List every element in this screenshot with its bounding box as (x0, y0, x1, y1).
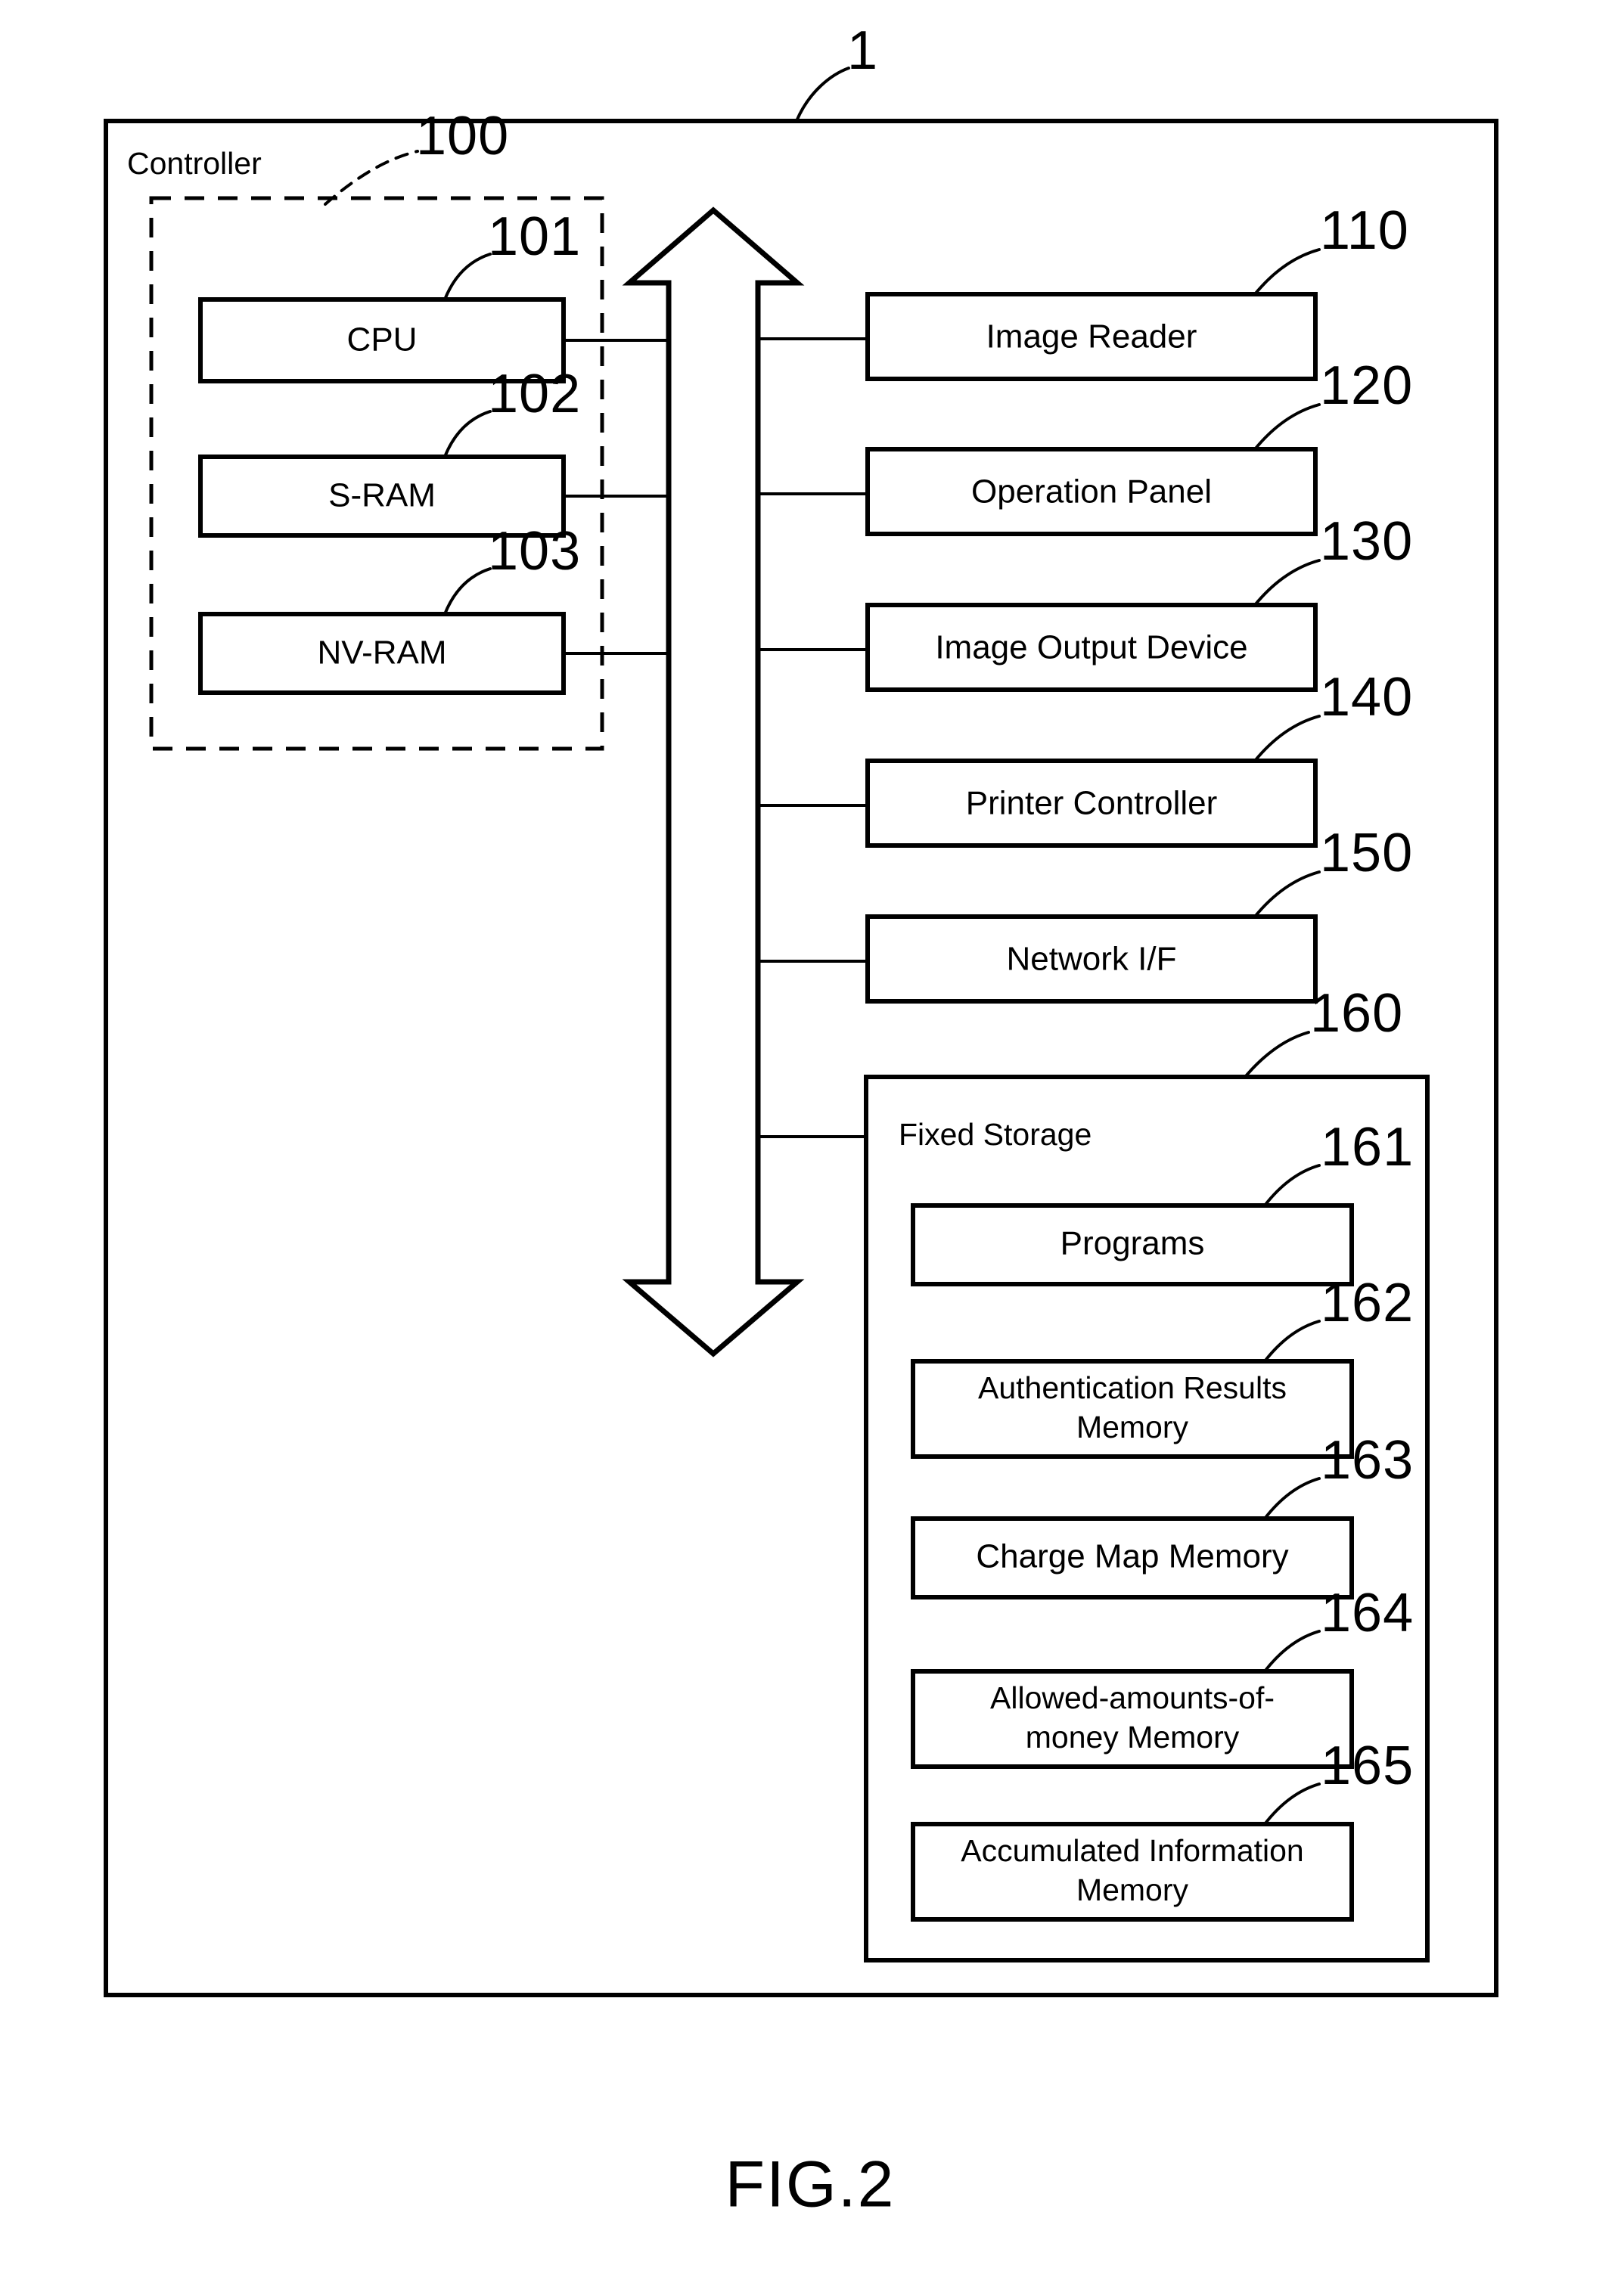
leader-line-device (795, 67, 850, 123)
block-nvram: NV-RAM (198, 612, 566, 695)
ref-number-controller: 100 (416, 106, 509, 166)
printer-controller-label: Printer Controller (966, 785, 1218, 822)
ref-number-fixed-storage: 160 (1310, 983, 1403, 1044)
ref-number-image-reader: 110 (1320, 200, 1409, 261)
block-diagram: 1 Controller 100 CPU 101 S-RAM 102 NV-RA… (104, 20, 1498, 2221)
ref-number-allowed-amounts-memory: 164 (1321, 1583, 1414, 1643)
ref-number-authentication-results-memory: 162 (1321, 1273, 1414, 1333)
ref-number-network-if: 150 (1320, 823, 1413, 883)
image-output-device-label: Image Output Device (935, 629, 1247, 666)
block-charge-map-memory: Charge Map Memory (911, 1516, 1354, 1599)
nvram-label: NV-RAM (317, 635, 446, 672)
image-reader-label: Image Reader (986, 318, 1197, 355)
block-authentication-results-memory: Authentication Results Memory (911, 1359, 1354, 1459)
accumulated-information-memory-label-line2: Memory (1076, 1872, 1189, 1907)
block-image-output-device: Image Output Device (865, 603, 1318, 692)
allowed-amounts-memory-label-line1: Allowed-amounts-of- (990, 1680, 1275, 1715)
block-allowed-amounts-memory: Allowed-amounts-of- money Memory (911, 1669, 1354, 1769)
sram-label: S-RAM (328, 477, 436, 514)
operation-panel-label: Operation Panel (971, 473, 1212, 510)
figure-caption: FIG.2 (725, 2149, 895, 2221)
block-programs: Programs (911, 1203, 1354, 1286)
figure-root: 1 Controller 100 CPU 101 S-RAM 102 NV-RA… (0, 0, 1621, 2296)
authentication-results-memory-label-line1: Authentication Results (978, 1370, 1287, 1405)
controller-label: Controller (127, 146, 262, 181)
block-operation-panel: Operation Panel (865, 447, 1318, 536)
cpu-label: CPU (347, 321, 418, 358)
block-accumulated-information-memory: Accumulated Information Memory (911, 1822, 1354, 1922)
charge-map-memory-label: Charge Map Memory (976, 1538, 1288, 1575)
ref-number-nvram: 103 (488, 521, 581, 582)
ref-number-charge-map-memory: 163 (1321, 1430, 1414, 1491)
allowed-amounts-memory-label-line2: money Memory (1026, 1720, 1240, 1755)
block-network-if: Network I/F (865, 914, 1318, 1004)
ref-number-image-output-device: 130 (1320, 511, 1413, 572)
ref-number-operation-panel: 120 (1320, 355, 1413, 416)
accumulated-information-memory-label-line1: Accumulated Information (961, 1833, 1304, 1868)
ref-number-cpu: 101 (488, 206, 581, 267)
programs-label: Programs (1060, 1225, 1205, 1262)
ref-number-printer-controller: 140 (1320, 667, 1413, 728)
block-printer-controller: Printer Controller (865, 759, 1318, 848)
network-if-label: Network I/F (1007, 941, 1177, 978)
ref-number-accumulated-information-memory: 165 (1321, 1736, 1414, 1796)
block-image-reader: Image Reader (865, 292, 1318, 381)
ref-number-sram: 102 (488, 364, 581, 424)
fixed-storage-label: Fixed Storage (899, 1117, 1092, 1152)
authentication-results-memory-label-line2: Memory (1076, 1410, 1189, 1444)
ref-number-device: 1 (847, 20, 878, 81)
ref-number-programs: 161 (1321, 1117, 1414, 1177)
